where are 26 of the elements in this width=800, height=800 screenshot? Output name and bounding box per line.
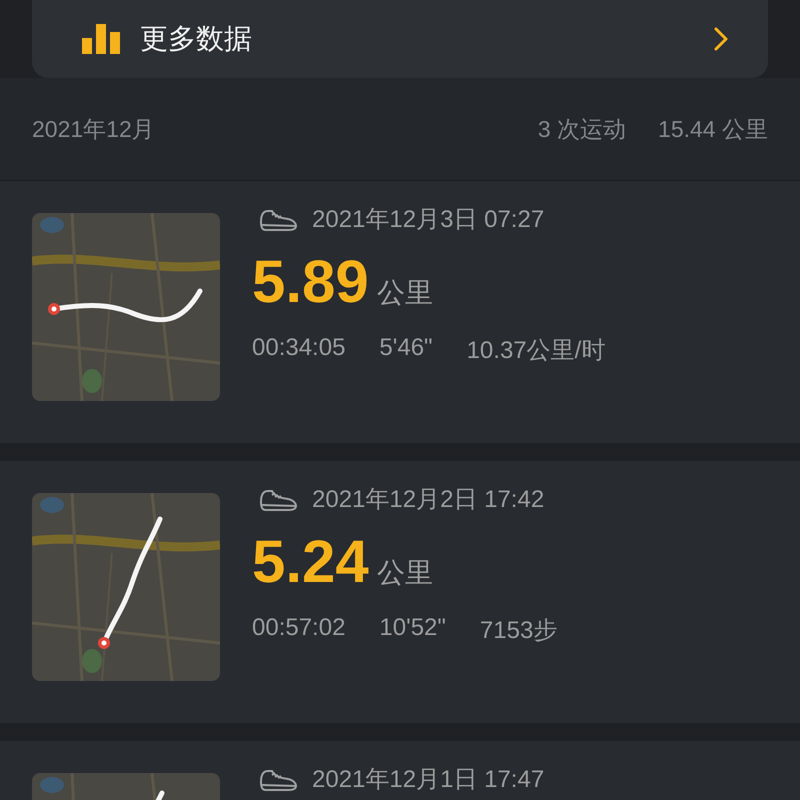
chevron-right-icon [714, 27, 728, 51]
stat-value: 00:57:02 [252, 614, 346, 643]
activity-card[interactable]: 2021年12月2日 17:42 5.24 公里 00:57:02 10'52" 7153步 [0, 461, 800, 723]
distance-unit: 公里 [376, 276, 433, 310]
activity-card[interactable]: 2021年12月1日 17:47 [0, 741, 800, 800]
stat-value: 00:34:05 [252, 334, 346, 363]
bar-chart-icon [82, 24, 120, 54]
activity-date: 2021年12月1日 17:47 [312, 765, 544, 795]
shoe-icon [258, 488, 298, 512]
stat-value: 5'46" [379, 334, 433, 363]
activity-date: 2021年12月2日 17:42 [312, 485, 544, 515]
workout-count: 3 次运动 [538, 114, 626, 144]
distance-value: 5.24 [252, 527, 369, 596]
distance-value: 5.89 [252, 247, 369, 316]
activity-date: 2021年12月3日 07:27 [312, 205, 544, 235]
more-data-card[interactable]: 更多数据 [32, 0, 768, 78]
month-label: 2021年12月 [32, 114, 156, 144]
month-distance: 15.44 公里 [658, 114, 768, 144]
more-data-label: 更多数据 [140, 22, 253, 56]
shoe-icon [258, 208, 298, 232]
stat-value: 10'52" [379, 614, 446, 643]
distance-unit: 公里 [376, 556, 433, 590]
stat-value: 7153步 [480, 616, 558, 646]
shoe-icon [258, 768, 298, 792]
stat-value: 10.37公里/时 [466, 336, 606, 366]
activity-card[interactable]: 2021年12月3日 07:27 5.89 公里 00:34:05 5'46" 10.37公里/时 [0, 181, 800, 443]
